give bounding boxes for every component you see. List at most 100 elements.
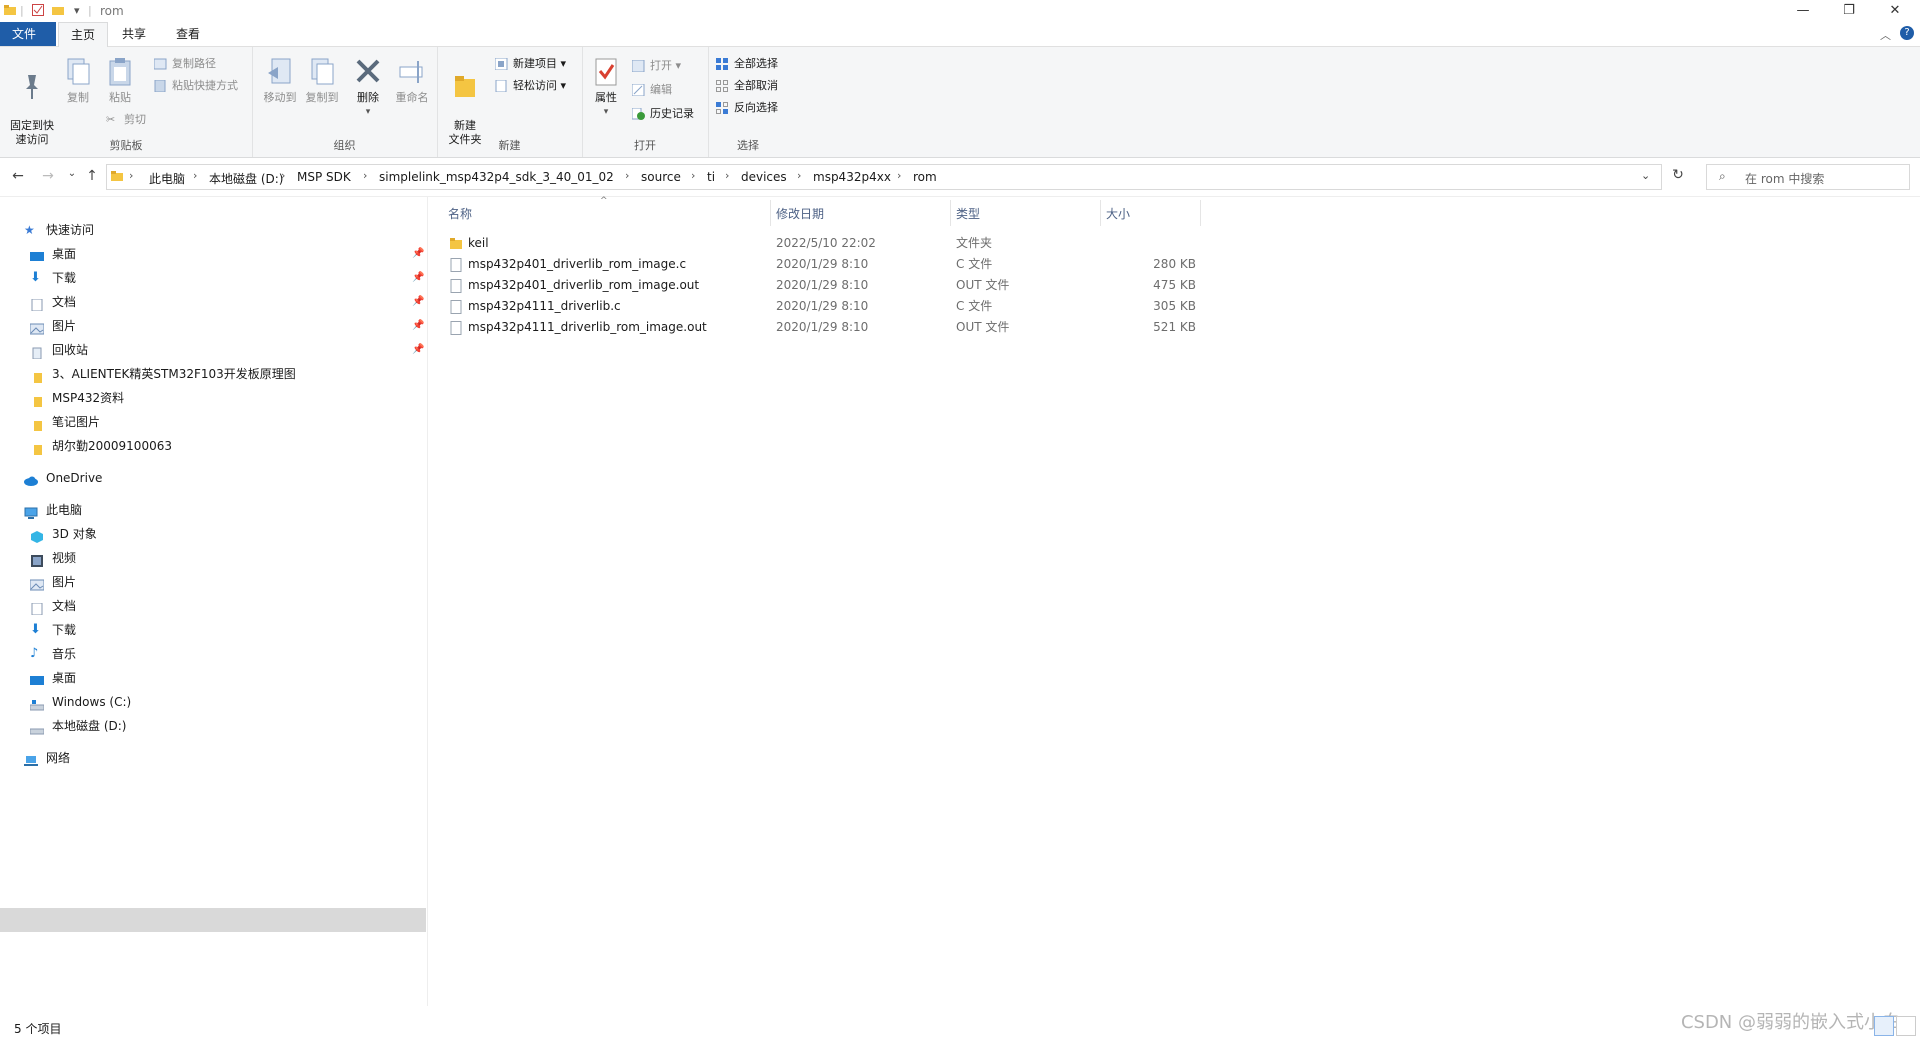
pin-icon[interactable]: 📌 bbox=[412, 272, 424, 283]
paste-button[interactable]: 粘贴 bbox=[98, 57, 142, 105]
close-button[interactable]: ✕ bbox=[1872, 0, 1918, 22]
copy-to-button[interactable]: 复制到 bbox=[300, 57, 344, 105]
watermark: CSDN @弱弱的嵌入式小白 bbox=[1680, 1012, 1900, 1033]
desktop-icon bbox=[30, 672, 44, 685]
breadcrumb-msp432p4xx[interactable]: msp432p4xx bbox=[813, 170, 891, 184]
refresh-icon[interactable]: ↻ bbox=[1668, 167, 1688, 185]
paste-shortcut-button[interactable]: 粘贴快捷方式 bbox=[152, 77, 238, 95]
easy-access-icon bbox=[495, 79, 508, 93]
back-arrow-icon[interactable]: ← bbox=[8, 168, 28, 186]
properties-icon bbox=[592, 57, 620, 87]
search-placeholder: 在 rom 中搜索 bbox=[1745, 172, 1825, 186]
forward-arrow-icon[interactable]: → bbox=[38, 168, 58, 186]
folder-icon bbox=[30, 368, 44, 383]
organize-group: 移动到 复制到 删除 ▾ 重命名 组织 bbox=[252, 47, 438, 157]
breadcrumb-source[interactable]: source bbox=[641, 170, 681, 184]
pin-icon[interactable]: 📌 bbox=[412, 248, 424, 259]
breadcrumb-drive-d[interactable]: 本地磁盘 (D:) bbox=[209, 170, 283, 187]
customize-quick-access-icon[interactable]: ▾ bbox=[74, 4, 80, 17]
document-icon bbox=[30, 296, 44, 312]
picture-icon bbox=[29, 576, 45, 591]
invert-selection-icon bbox=[716, 102, 729, 114]
history-button[interactable]: 历史记录 bbox=[630, 105, 694, 123]
breadcrumb-rom[interactable]: rom bbox=[913, 170, 937, 184]
document-icon bbox=[30, 600, 44, 616]
large-icons-view-icon[interactable] bbox=[1896, 1016, 1916, 1036]
pin-icon[interactable]: 📌 bbox=[412, 296, 424, 307]
column-header-name[interactable]: 名称 bbox=[448, 205, 472, 222]
properties-button[interactable]: 属性 ▾ bbox=[586, 57, 626, 119]
breadcrumb-sdk-folder[interactable]: simplelink_msp432p4_sdk_3_40_01_02 bbox=[379, 170, 614, 184]
cut-button[interactable]: ✂ 剪切 bbox=[104, 111, 146, 129]
list-item[interactable]: msp432p401_driverlib_rom_image.out 2020/… bbox=[446, 275, 1196, 296]
folder-icon bbox=[30, 440, 44, 455]
select-group: 全部选择 全部取消 反向选择 选择 bbox=[708, 47, 788, 157]
up-arrow-icon[interactable]: ↑ bbox=[82, 168, 102, 186]
new-folder-icon bbox=[451, 71, 479, 101]
music-note-icon: ♪ bbox=[30, 646, 39, 661]
select-all-button[interactable]: 全部选择 bbox=[714, 55, 778, 73]
delete-x-icon bbox=[354, 57, 382, 87]
new-item-icon bbox=[494, 57, 508, 71]
address-bar[interactable]: › 此电脑 › 本地磁盘 (D:) › MSP SDK › simplelink… bbox=[106, 164, 1662, 190]
new-folder-quick-icon[interactable] bbox=[52, 4, 64, 19]
list-item[interactable]: keil 2022/5/10 22:02 文件夹 bbox=[446, 233, 1196, 254]
tab-share[interactable]: 共享 bbox=[110, 22, 158, 46]
column-header-size[interactable]: 大小 bbox=[1106, 205, 1130, 222]
navigation-pane: ★ 快速访问 桌面 📌 ⬇ 下载 📌 文档 📌 图片 📌 回收站 📌 3、ALI… bbox=[0, 196, 428, 1006]
column-header-date[interactable]: 修改日期 bbox=[776, 205, 824, 222]
navigation-bar: ← → ⌄ ↑ › 此电脑 › 本地磁盘 (D:) › MSP SDK › si… bbox=[0, 158, 1920, 197]
copy-icon bbox=[64, 57, 92, 87]
list-item[interactable]: msp432p4111_driverlib_rom_image.out 2020… bbox=[446, 317, 1196, 338]
breadcrumb-ti[interactable]: ti bbox=[707, 170, 715, 184]
cloud-icon bbox=[24, 472, 38, 486]
open-icon bbox=[631, 59, 645, 73]
search-icon: ⌕ bbox=[1719, 169, 1726, 183]
edit-icon bbox=[631, 83, 645, 97]
breadcrumb-devices[interactable]: devices bbox=[741, 170, 787, 184]
folder-icon bbox=[111, 170, 123, 185]
minimize-button[interactable]: — bbox=[1780, 0, 1826, 22]
windows-drive-icon bbox=[29, 696, 45, 711]
new-item-button[interactable]: 新建项目 ▾ bbox=[493, 55, 566, 73]
tab-home[interactable]: 主页 bbox=[58, 22, 109, 47]
paste-shortcut-icon bbox=[154, 79, 167, 93]
properties-quick-icon[interactable] bbox=[32, 4, 44, 19]
pin-icon[interactable]: 📌 bbox=[412, 344, 424, 355]
new-folder-button[interactable]: 新建 文件夹 bbox=[443, 57, 487, 147]
collapse-ribbon-icon[interactable]: ︿ bbox=[1880, 27, 1891, 43]
search-box[interactable]: ⌕ 在 rom 中搜索 bbox=[1706, 164, 1910, 190]
open-button[interactable]: 打开 ▾ bbox=[630, 57, 681, 75]
details-view-icon[interactable] bbox=[1874, 1016, 1894, 1036]
edit-button[interactable]: 编辑 bbox=[630, 81, 672, 99]
tab-file[interactable]: 文件 bbox=[0, 22, 56, 46]
invert-selection-button[interactable]: 反向选择 bbox=[714, 99, 778, 117]
delete-button[interactable]: 删除 ▾ bbox=[348, 57, 388, 119]
help-icon[interactable]: ? bbox=[1900, 26, 1914, 40]
address-dropdown-icon[interactable]: ⌄ bbox=[1641, 169, 1650, 182]
select-none-button[interactable]: 全部取消 bbox=[714, 77, 778, 95]
new-group: 新建 文件夹 新建项目 ▾ 轻松访问 ▾ 新建 bbox=[437, 47, 583, 157]
file-icon bbox=[450, 321, 462, 335]
column-header-type[interactable]: 类型 bbox=[956, 205, 980, 222]
list-item[interactable]: msp432p4111_driverlib.c 2020/1/29 8:10 C… bbox=[446, 296, 1196, 317]
rename-icon bbox=[398, 57, 426, 87]
copy-path-button[interactable]: 复制路径 bbox=[152, 55, 216, 73]
pin-quick-access-button[interactable]: 固定到快 速访问 bbox=[6, 57, 58, 147]
move-to-button[interactable]: 移动到 bbox=[258, 57, 302, 105]
breadcrumb-msp-sdk[interactable]: MSP SDK bbox=[297, 170, 351, 184]
move-to-icon bbox=[266, 57, 294, 87]
breadcrumb-this-pc[interactable]: 此电脑 bbox=[149, 170, 185, 187]
cube-icon bbox=[30, 528, 44, 543]
scissors-icon: ✂ bbox=[106, 113, 116, 126]
select-all-icon bbox=[716, 58, 729, 70]
recent-locations-icon[interactable]: ⌄ bbox=[62, 168, 82, 186]
pin-icon[interactable]: 📌 bbox=[412, 320, 424, 331]
list-item[interactable]: msp432p401_driverlib_rom_image.c 2020/1/… bbox=[446, 254, 1196, 275]
restore-button[interactable]: ❐ bbox=[1826, 0, 1872, 22]
tab-view[interactable]: 查看 bbox=[164, 22, 212, 46]
easy-access-button[interactable]: 轻松访问 ▾ bbox=[493, 77, 566, 95]
download-arrow-icon: ⬇ bbox=[30, 622, 41, 637]
rename-button[interactable]: 重命名 bbox=[390, 57, 434, 105]
copy-button[interactable]: 复制 bbox=[58, 57, 98, 105]
